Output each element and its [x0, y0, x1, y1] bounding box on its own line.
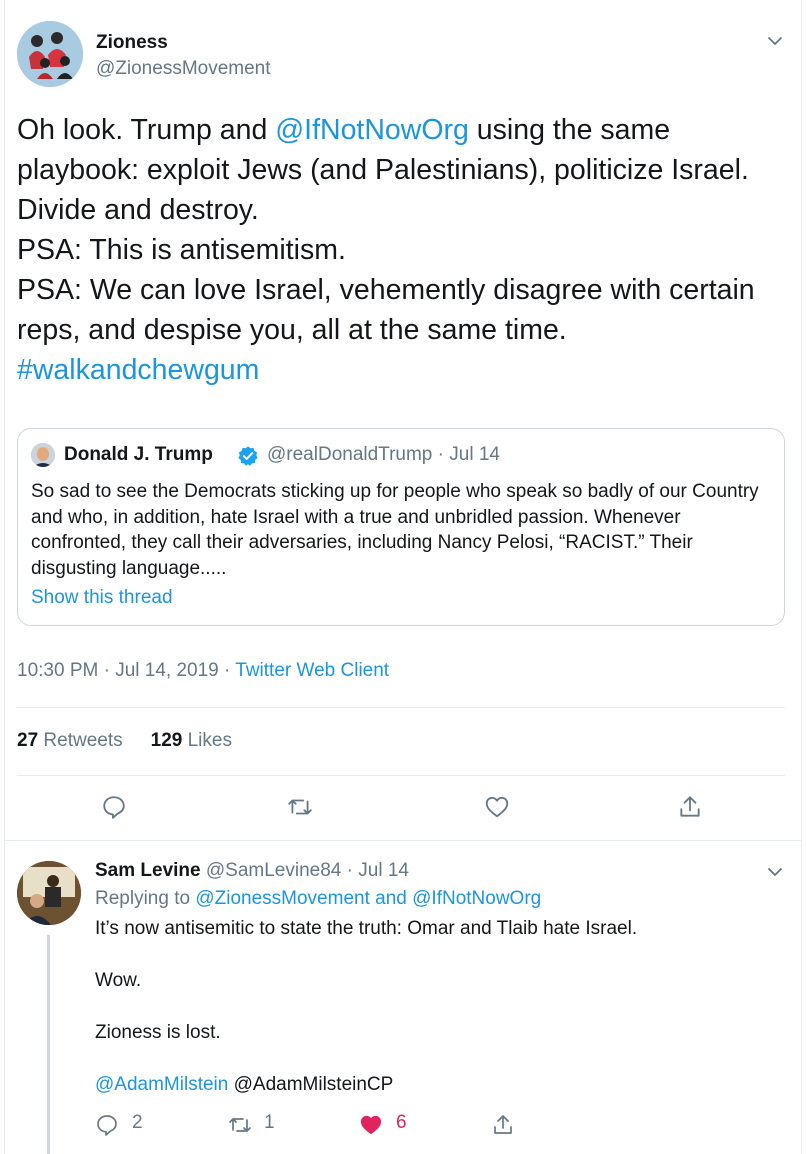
like-count: 6: [396, 1112, 407, 1133]
divider: [4, 840, 802, 841]
reply-author-avatar[interactable]: [17, 861, 81, 925]
retweets-label: Retweets: [43, 730, 123, 751]
share-icon[interactable]: [677, 794, 703, 820]
replying-to-link-2[interactable]: @IfNotNowOrg: [412, 888, 541, 909]
chevron-down-icon[interactable]: [766, 32, 784, 50]
divider: [17, 707, 785, 708]
tweet-text-part1: Oh look. Trump and: [17, 114, 276, 146]
heart-icon[interactable]: [359, 1113, 383, 1137]
tweet-timestamp: 10:30 PM · Jul 14, 2019 · Twitter Web Cl…: [17, 660, 389, 682]
mention-link[interactable]: @IfNotNowOrg: [275, 114, 469, 146]
author-avatar[interactable]: [17, 21, 83, 87]
verified-badge-icon: [238, 446, 258, 466]
likes-count: 129: [150, 730, 183, 751]
quoted-author-name: Donald J. Trump: [64, 444, 213, 465]
divider: [17, 775, 785, 776]
mention-link[interactable]: @AdamMilstein: [95, 1074, 228, 1095]
replying-to-link-1[interactable]: @ZionessMovement: [195, 888, 370, 909]
reply-author-line: Sam Levine @SamLevine84 · Jul 14: [95, 860, 409, 882]
quoted-tweet[interactable]: Donald J. Trump @realDonaldTrump · Jul 1…: [17, 428, 785, 626]
tweet-text: Oh look. Trump and @IfNotNowOrg using th…: [17, 110, 787, 390]
client-link[interactable]: Twitter Web Client: [235, 660, 389, 681]
chevron-down-icon[interactable]: [766, 863, 784, 881]
quoted-author-avatar: [31, 443, 55, 467]
reply-icon[interactable]: [95, 1113, 119, 1137]
author-name[interactable]: Zioness: [96, 32, 168, 54]
reply-text-line3: Zioness is lost.: [95, 1022, 221, 1043]
author-handle[interactable]: @ZionessMovement: [96, 58, 271, 80]
replying-prefix: Replying to: [95, 888, 196, 909]
reply-text-mentions: @AdamMilstein @AdamMilsteinCP: [95, 1074, 393, 1096]
heart-icon[interactable]: [484, 794, 510, 820]
share-icon[interactable]: [491, 1113, 515, 1137]
show-thread-link[interactable]: Show this thread: [31, 587, 173, 609]
reply-author-name[interactable]: Sam Levine: [95, 860, 201, 881]
reply-text-line2: Wow.: [95, 970, 142, 991]
retweet-icon[interactable]: [228, 1113, 252, 1137]
retweet-count: 1: [264, 1112, 275, 1133]
reply-icon[interactable]: [101, 794, 127, 820]
retweets-stat[interactable]: 27 Retweets: [17, 730, 123, 751]
reply-author-meta[interactable]: @SamLevine84 · Jul 14: [206, 860, 409, 881]
timestamp-text: 10:30 PM · Jul 14, 2019 ·: [17, 660, 236, 681]
quoted-tweet-text: So sad to see the Democrats sticking up …: [31, 481, 759, 579]
reply-count: 2: [132, 1112, 143, 1133]
reply-text-line1: It’s now antisemitic to state the truth:…: [95, 918, 638, 939]
mention-text: @AdamMilsteinCP: [228, 1074, 394, 1095]
likes-label: Likes: [187, 730, 232, 751]
engagement-stats: 27 Retweets 129 Likes: [17, 730, 232, 752]
hashtag-link[interactable]: #walkandchewgum: [17, 354, 259, 386]
thread-line: [47, 935, 50, 1154]
replying-to: Replying to @ZionessMovement and @IfNotN…: [95, 888, 541, 910]
tweet-text-part2: using the same playbook: exploit Jews (a…: [17, 114, 755, 346]
likes-stat[interactable]: 129 Likes: [151, 730, 232, 751]
retweet-icon[interactable]: [287, 794, 313, 820]
retweets-count: 27: [17, 730, 39, 751]
quoted-author-handle: @realDonaldTrump · Jul 14: [267, 444, 500, 465]
replying-and: and: [369, 888, 413, 909]
